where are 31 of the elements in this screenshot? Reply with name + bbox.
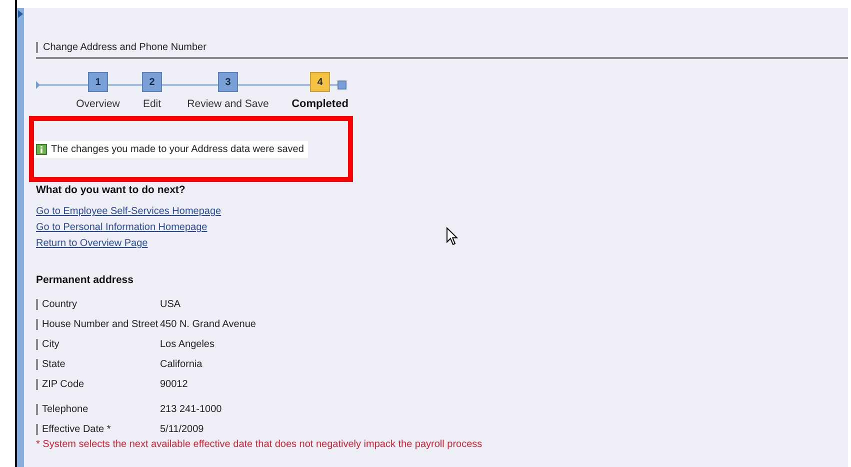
nav-link[interactable]: Go to Personal Information Homepage — [36, 222, 208, 233]
field-value: 213 241-1000 — [160, 404, 222, 415]
field-value: 450 N. Grand Avenue — [160, 319, 256, 330]
field-value: 5/11/2009 — [160, 424, 204, 435]
step-label[interactable]: Overview — [76, 98, 120, 110]
field-value: California — [160, 359, 202, 370]
field-label: House Number and Street — [36, 319, 160, 330]
nav-link[interactable]: Go to Employee Self-Services Homepage — [36, 206, 222, 217]
field-label: Effective Date * — [36, 424, 160, 435]
section-title: Permanent address — [36, 274, 134, 286]
step-number[interactable]: 4 — [310, 72, 330, 92]
step-number[interactable]: 3 — [218, 72, 238, 92]
field-value: Los Angeles — [160, 339, 214, 350]
field-label: State — [36, 359, 160, 370]
success-message: The changes you made to your Address data were saved — [51, 144, 304, 154]
step-number[interactable]: 1 — [88, 72, 108, 92]
field-label: Telephone — [36, 404, 160, 415]
field-label: City — [36, 339, 160, 350]
step-number[interactable]: 2 — [142, 72, 162, 92]
step-label[interactable]: Review and Save — [187, 98, 269, 110]
footnote: * System selects the next available effective date that does not negatively impack the payroll process — [36, 439, 484, 450]
step-label[interactable]: Edit — [142, 98, 162, 110]
page-title: Change Address and Phone Number — [36, 42, 206, 53]
mouse-pointer-icon — [446, 227, 458, 247]
field-label: Country — [36, 299, 160, 310]
field-label: ZIP Code — [36, 379, 160, 390]
step-label[interactable]: Completed — [292, 98, 348, 110]
nav-link[interactable]: Return to Overview Page — [36, 238, 148, 249]
field-value: USA — [160, 299, 181, 310]
field-value: 90012 — [160, 379, 188, 390]
next-heading: What do you want to do next? — [36, 184, 186, 196]
